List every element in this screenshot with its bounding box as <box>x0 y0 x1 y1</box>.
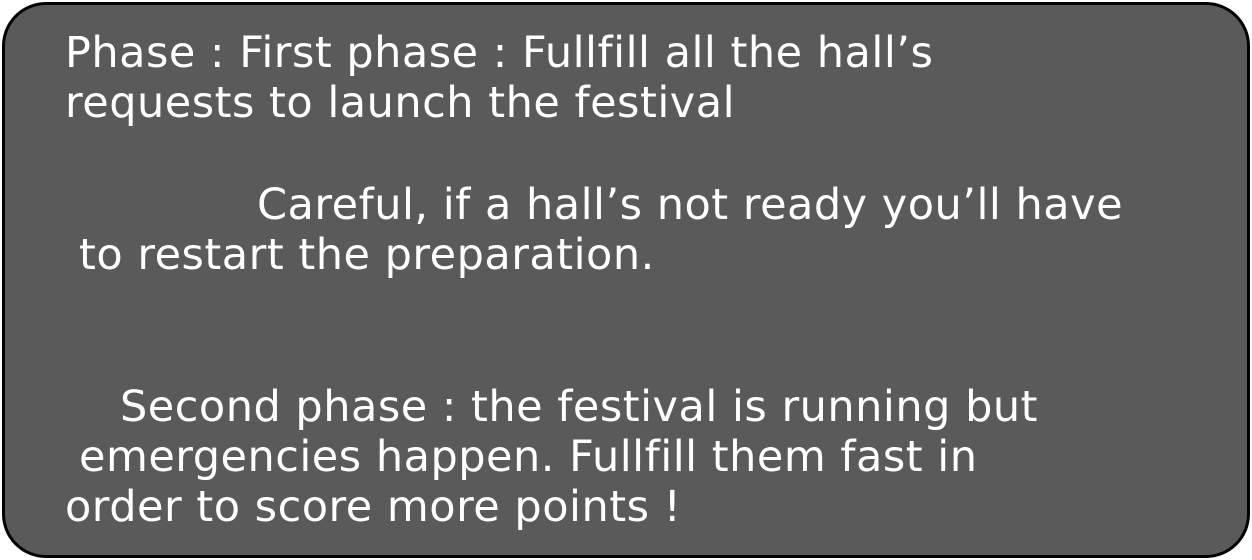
instructions-dialog: Phase : First phase : Fullfill all the h… <box>2 2 1250 558</box>
warning-line-1: Careful, if a hall’s not ready you’ll ha… <box>257 180 1124 230</box>
phase-one-line-2: requests to launch the festival <box>65 78 736 128</box>
phase-one-line-1: Phase : First phase : Fullfill all the h… <box>65 28 934 78</box>
warning-line-2: to restart the preparation. <box>79 230 655 280</box>
phase-two-line-1: Second phase : the festival is running b… <box>120 382 1038 432</box>
phase-two-line-2: emergencies happen. Fullfill them fast i… <box>79 432 978 482</box>
phase-two-line-3: order to score more points ! <box>65 482 682 532</box>
